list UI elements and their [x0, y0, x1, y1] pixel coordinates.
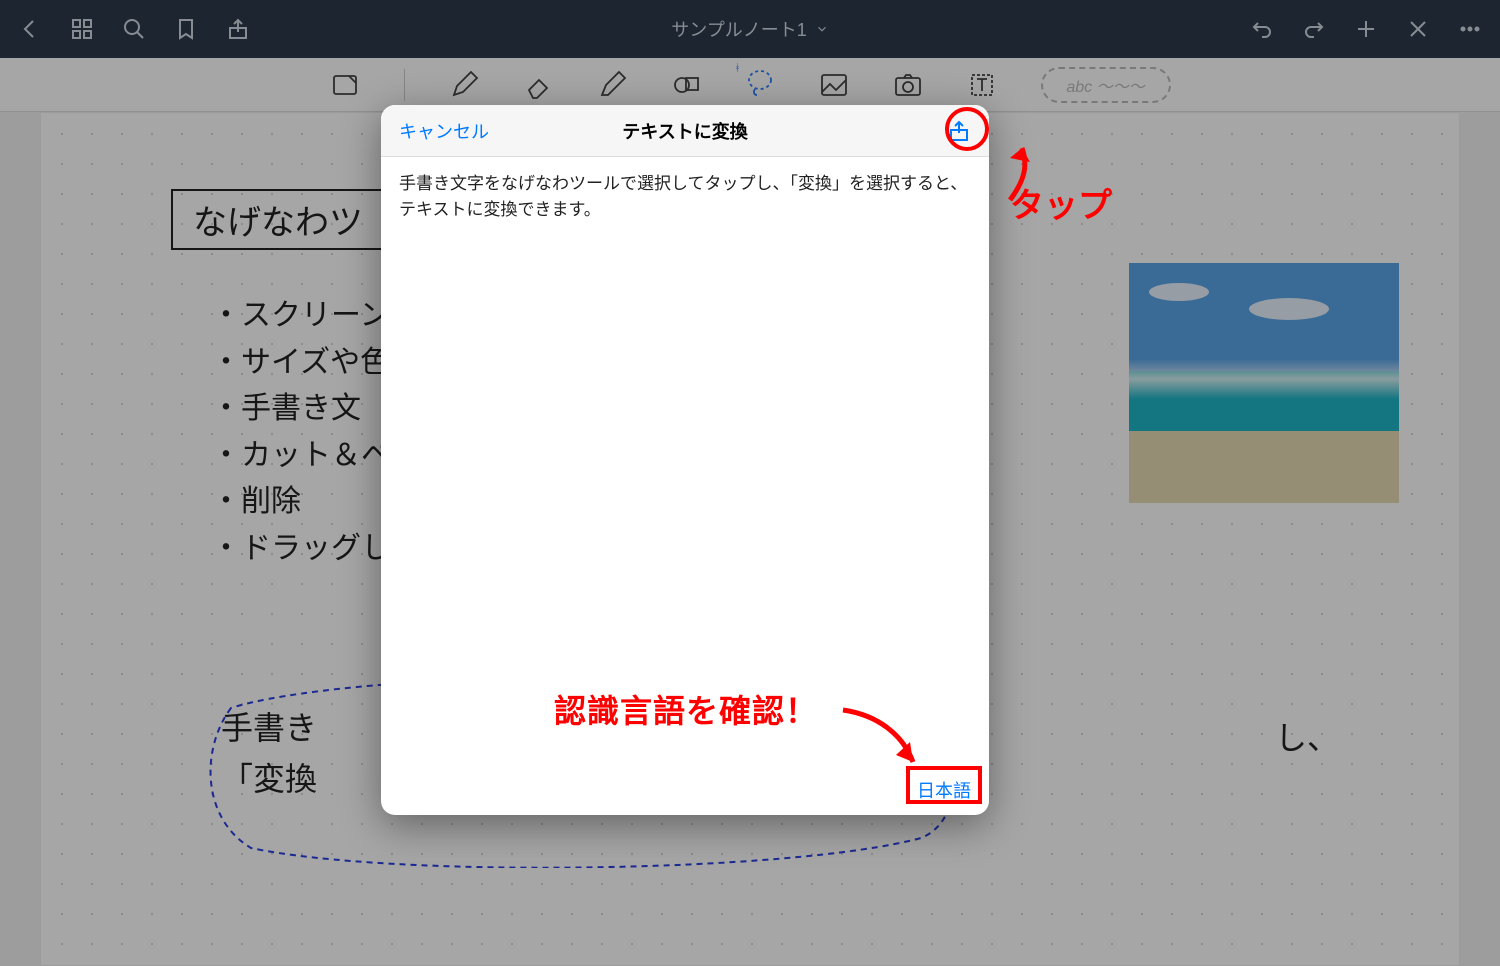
handwritten-fragment: し、 [1275, 713, 1339, 759]
grid-icon[interactable] [70, 17, 94, 41]
cloud-shape [1249, 298, 1329, 320]
search-icon[interactable] [122, 17, 146, 41]
list-item: スクリーン [211, 293, 391, 340]
handwritten-title: なげなわツ [171, 189, 385, 250]
titlebar: サンプルノート1 [0, 0, 1500, 58]
beach-image [1129, 263, 1399, 503]
zoom-tool-icon[interactable] [330, 70, 360, 100]
titlebar-right [1250, 17, 1482, 41]
pen-tool-icon[interactable] [449, 70, 479, 100]
back-icon[interactable] [18, 17, 42, 41]
lasso-tool-icon [745, 67, 775, 97]
shape-tool-icon[interactable] [671, 70, 701, 100]
camera-tool-icon[interactable] [893, 70, 923, 100]
close-icon[interactable] [1406, 17, 1430, 41]
toolbar: ᚼ abc ～～～ [0, 58, 1500, 112]
add-icon[interactable] [1354, 17, 1378, 41]
text-tool-icon[interactable] [967, 70, 997, 100]
modal-body-text: 手書き文字をなげなわツールで選択してタップし、「変換」を選択すると、テキストに変… [381, 157, 989, 236]
handwriting-placeholder-text: abc ～～～ [1066, 73, 1144, 97]
list-item: 削除 [211, 479, 391, 526]
handwriting-placeholder[interactable]: abc ～～～ [1041, 67, 1171, 103]
document-title[interactable]: サンプルノート1 [671, 16, 828, 42]
titlebar-left [18, 17, 250, 41]
chevron-down-icon [815, 22, 829, 36]
list-item: サイズや色 [211, 340, 391, 387]
list-item: 手書き文 [211, 386, 391, 433]
redo-icon[interactable] [1302, 17, 1326, 41]
annotation-tap-label: タップ [1010, 178, 1112, 227]
toolbar-separator [404, 69, 405, 101]
annotation-circle-share [945, 107, 989, 151]
share-icon[interactable] [226, 17, 250, 41]
document-title-text: サンプルノート1 [671, 16, 806, 42]
bluetooth-icon: ᚼ [735, 63, 741, 74]
more-icon[interactable] [1458, 17, 1482, 41]
eraser-tool-icon[interactable] [523, 70, 553, 100]
cancel-button[interactable]: キャンセル [399, 118, 489, 144]
cloud-shape [1149, 283, 1209, 301]
annotation-box-language [906, 766, 982, 804]
list-item: カット＆ペ [211, 433, 391, 480]
modal-header: キャンセル テキストに変換 [381, 105, 989, 157]
lasso-tool[interactable]: ᚼ [745, 67, 775, 102]
undo-icon[interactable] [1250, 17, 1274, 41]
image-tool-icon[interactable] [819, 70, 849, 100]
handwritten-list: スクリーン サイズや色 手書き文 カット＆ペ 削除 ドラッグし [211, 293, 391, 572]
highlighter-tool-icon[interactable] [597, 70, 627, 100]
bookmark-icon[interactable] [174, 17, 198, 41]
handwritten-bottom: 手書き 「変換 [221, 703, 317, 805]
handwritten-line: 「変換 [221, 754, 317, 805]
handwritten-line: 手書き [221, 703, 317, 754]
annotation-lang-label: 認識言語を確認！ [554, 686, 818, 732]
list-item: ドラッグし [211, 526, 391, 573]
